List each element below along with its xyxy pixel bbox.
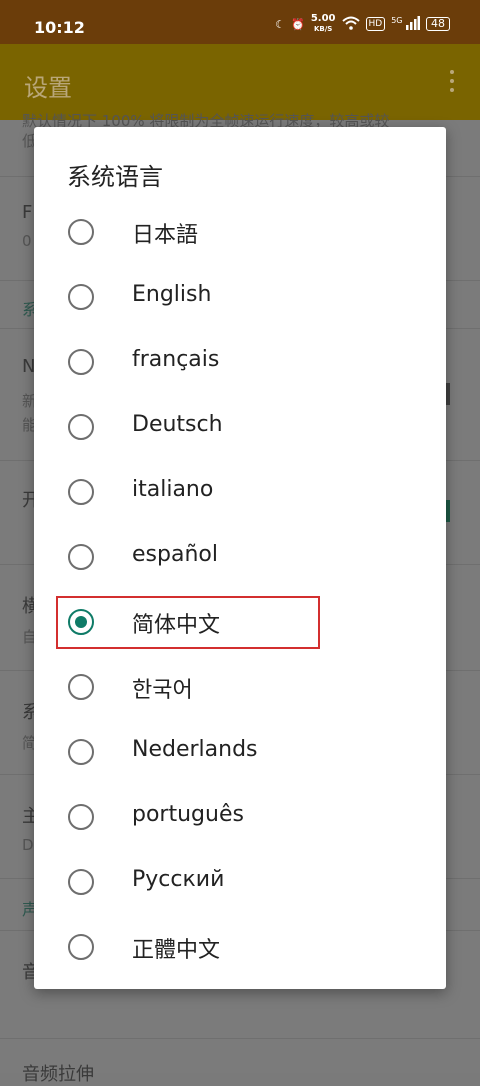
radio-button[interactable] bbox=[68, 219, 94, 245]
language-option-label: Deutsch bbox=[132, 412, 223, 437]
radio-button[interactable] bbox=[68, 674, 94, 700]
radio-button[interactable] bbox=[68, 934, 94, 960]
page-title: 设置 bbox=[24, 74, 72, 102]
language-option[interactable]: Nederlands bbox=[34, 719, 446, 784]
language-option[interactable]: italiano bbox=[34, 459, 446, 524]
moon-icon: ☾ bbox=[275, 17, 286, 31]
language-option-label: Nederlands bbox=[132, 737, 258, 762]
language-option-label: Русский bbox=[132, 867, 225, 892]
radio-button[interactable] bbox=[68, 544, 94, 570]
language-option-label: 한국어 bbox=[132, 678, 193, 703]
language-option-label: 正體中文 bbox=[132, 938, 221, 963]
bg-setting-row: 音频拉伸 bbox=[0, 1038, 480, 1085]
more-options-icon[interactable] bbox=[450, 70, 454, 97]
language-option[interactable]: Deutsch bbox=[34, 394, 446, 459]
battery-icon: 48 bbox=[426, 17, 450, 31]
system-language-dialog: 系统语言 日本語 English français Deutsch italia… bbox=[34, 127, 446, 989]
language-option-label: français bbox=[132, 347, 220, 372]
signal-label: 5G bbox=[391, 15, 403, 25]
status-time: 10:12 bbox=[34, 18, 85, 37]
selection-highlight-box bbox=[56, 596, 320, 649]
bg-setting-subtitle: 0 bbox=[22, 232, 32, 250]
language-option[interactable]: 한국어 bbox=[34, 654, 446, 719]
hd-icon: HD bbox=[365, 17, 386, 31]
radio-button[interactable] bbox=[68, 479, 94, 505]
language-option-label: English bbox=[132, 282, 212, 307]
radio-button[interactable] bbox=[68, 739, 94, 765]
radio-button[interactable] bbox=[68, 414, 94, 440]
language-option[interactable]: English bbox=[34, 264, 446, 329]
bg-setting-title: F bbox=[22, 202, 33, 223]
wifi-icon bbox=[341, 16, 360, 33]
network-speed: 5.00 KB/S bbox=[311, 14, 336, 34]
language-option-label: 日本語 bbox=[132, 223, 199, 248]
bg-setting-title: 音频拉伸 bbox=[22, 1064, 94, 1085]
language-option-label: português bbox=[132, 802, 244, 827]
radio-button[interactable] bbox=[68, 284, 94, 310]
language-option-label: español bbox=[132, 542, 218, 567]
language-option[interactable]: português bbox=[34, 784, 446, 849]
status-icons: ☾ ⏰ 5.00 KB/S HD 5G 48 bbox=[275, 14, 450, 34]
radio-button[interactable] bbox=[68, 349, 94, 375]
status-bar: 10:12 ☾ ⏰ 5.00 KB/S HD 5G 48 bbox=[0, 0, 480, 44]
signal-icon: 5G bbox=[391, 15, 420, 33]
network-speed-value: 5.00 bbox=[310, 13, 336, 24]
app-bar: 设置 bbox=[0, 44, 480, 120]
bg-setting-subtitle: D bbox=[22, 836, 34, 854]
language-option[interactable]: 日本語 bbox=[34, 199, 446, 264]
network-speed-unit: KB/S bbox=[313, 25, 333, 33]
radio-button[interactable] bbox=[68, 869, 94, 895]
language-option-label: italiano bbox=[132, 477, 214, 502]
radio-button[interactable] bbox=[68, 804, 94, 830]
language-option[interactable]: español bbox=[34, 524, 446, 589]
language-option[interactable]: Русский bbox=[34, 849, 446, 914]
language-option[interactable]: français bbox=[34, 329, 446, 394]
alarm-icon: ⏰ bbox=[291, 17, 305, 31]
dialog-title: 系统语言 bbox=[67, 163, 163, 191]
language-option[interactable]: 正體中文 bbox=[34, 914, 446, 979]
